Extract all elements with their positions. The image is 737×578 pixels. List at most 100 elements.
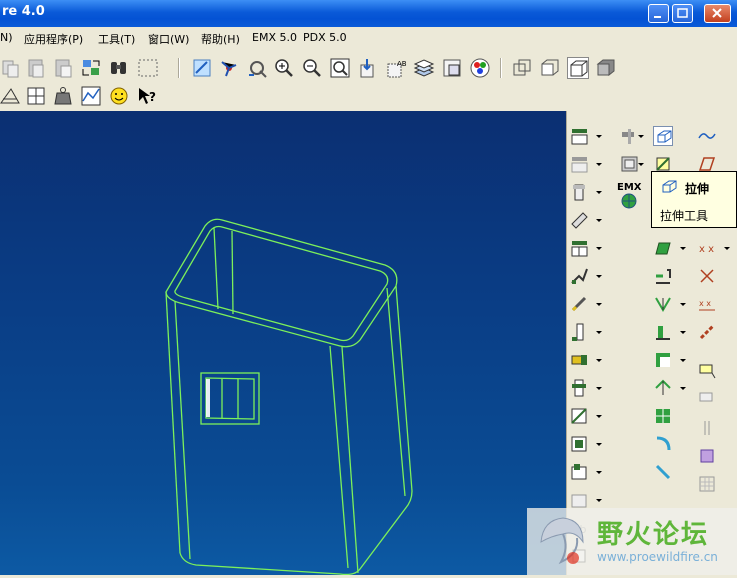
weight-icon[interactable] (52, 85, 74, 107)
extrude-icon[interactable] (653, 126, 673, 146)
dropdown-icon[interactable] (680, 303, 686, 306)
pattern-icon[interactable] (569, 350, 589, 370)
datum-point-icon[interactable]: x x (697, 238, 717, 258)
menu-item-help[interactable]: 帮助(H) (201, 31, 240, 47)
dropdown-icon[interactable] (596, 247, 602, 250)
minimize-icon (654, 16, 661, 18)
graphics-viewport[interactable] (0, 111, 566, 576)
zoom-in-icon[interactable] (273, 57, 295, 79)
shell-icon[interactable] (569, 210, 589, 230)
minimize-button[interactable] (648, 4, 669, 23)
rib-tool-icon[interactable] (653, 294, 673, 314)
paste-icon[interactable] (25, 57, 47, 79)
rib-icon[interactable] (569, 238, 589, 258)
draft-icon[interactable] (569, 266, 589, 286)
menu-item-pdx[interactable]: PDX 5.0 (303, 31, 347, 44)
dropdown-icon[interactable] (596, 163, 602, 166)
analysis-icon[interactable] (25, 85, 47, 107)
shading-icon[interactable] (595, 57, 617, 79)
dropdown-icon[interactable] (596, 303, 602, 306)
dropdown-icon[interactable] (596, 191, 602, 194)
dropdown-icon[interactable] (596, 331, 602, 334)
trim-icon[interactable] (569, 434, 589, 454)
layers-icon[interactable] (413, 57, 435, 79)
dropdown-icon[interactable] (680, 387, 686, 390)
dropdown-icon[interactable] (680, 331, 686, 334)
datum-offset-icon[interactable]: x x (697, 294, 717, 314)
draft-tool-icon[interactable] (653, 322, 673, 342)
appearance-icon[interactable] (469, 57, 491, 79)
menu-item-applications[interactable]: 应用程序(P) (24, 31, 83, 47)
wireframe-icon[interactable] (511, 57, 533, 79)
dropdown-icon[interactable] (596, 499, 602, 502)
shell-tool-icon[interactable] (653, 350, 673, 370)
chamfer-icon[interactable] (569, 322, 589, 342)
maximize-button[interactable] (672, 4, 693, 23)
offset-icon[interactable] (569, 490, 589, 510)
menu-item-edit[interactable]: N) (0, 31, 13, 44)
chamfer-tool-icon[interactable] (653, 462, 673, 482)
hidden-line-icon[interactable] (539, 57, 561, 79)
extend-icon[interactable] (569, 462, 589, 482)
svg-text:?: ? (149, 90, 156, 104)
hole-tool-icon[interactable] (653, 378, 673, 398)
repaint-icon[interactable] (191, 57, 213, 79)
dropdown-icon[interactable] (596, 135, 602, 138)
smiley-icon[interactable] (108, 85, 130, 107)
dropdown-icon[interactable] (596, 387, 602, 390)
refit-icon[interactable] (329, 57, 351, 79)
dropdown-icon[interactable] (680, 247, 686, 250)
measure-icon[interactable] (0, 85, 22, 107)
grid-icon[interactable] (697, 474, 717, 494)
menu-item-window[interactable]: 窗口(W) (148, 31, 189, 47)
paste-special-icon[interactable] (52, 57, 74, 79)
mirror-icon[interactable] (569, 378, 589, 398)
view-manager-icon[interactable] (441, 57, 463, 79)
watermark: 野火论坛 www.proewildfire.cn (527, 508, 737, 575)
graph-icon[interactable] (80, 85, 102, 107)
dropdown-icon[interactable] (596, 415, 602, 418)
split-icon[interactable] (697, 418, 717, 438)
close-button[interactable] (704, 4, 731, 23)
dropdown-icon[interactable] (638, 163, 644, 166)
dropdown-icon[interactable] (596, 359, 602, 362)
volume-icon[interactable] (697, 446, 717, 466)
named-view-icon[interactable]: AB (385, 57, 407, 79)
orient-icon[interactable] (246, 57, 268, 79)
annotation-disabled-icon[interactable] (697, 390, 717, 410)
hole-icon[interactable] (569, 182, 589, 202)
zoom-out-icon[interactable] (301, 57, 323, 79)
csys-icon[interactable] (619, 154, 639, 174)
spin-center-icon[interactable] (218, 57, 240, 79)
find-icon[interactable] (108, 57, 130, 79)
hammer-icon[interactable] (619, 126, 639, 146)
dropdown-icon[interactable] (724, 247, 730, 250)
annotation-icon[interactable] (697, 362, 717, 382)
emx-globe-icon[interactable] (619, 191, 639, 211)
datum-plane-icon[interactable] (569, 126, 589, 146)
blend-icon[interactable] (653, 266, 673, 286)
dropdown-icon[interactable] (596, 471, 602, 474)
dropdown-icon[interactable] (596, 219, 602, 222)
datum-axis-icon[interactable] (569, 154, 589, 174)
no-hidden-icon[interactable] (567, 57, 589, 79)
round-icon[interactable] (569, 294, 589, 314)
sweep-icon[interactable] (653, 238, 673, 258)
dropdown-icon[interactable] (596, 443, 602, 446)
regenerate-icon[interactable] (80, 57, 102, 79)
datum-csys-icon[interactable] (697, 266, 717, 286)
datum-chain-icon[interactable] (697, 322, 717, 342)
dropdown-icon[interactable] (638, 135, 644, 138)
merge-icon[interactable] (569, 406, 589, 426)
reorient-icon[interactable] (357, 57, 379, 79)
whats-this-icon[interactable]: ? (136, 85, 158, 107)
dropdown-icon[interactable] (596, 275, 602, 278)
pattern-tool-icon[interactable] (653, 406, 673, 426)
dropdown-icon[interactable] (680, 359, 686, 362)
menu-item-emx[interactable]: EMX 5.0 (252, 31, 297, 44)
round-tool-icon[interactable] (653, 434, 673, 454)
sketched-curve-icon[interactable] (697, 126, 717, 146)
menu-item-tools[interactable]: 工具(T) (98, 31, 135, 47)
copy-icon[interactable] (0, 57, 22, 79)
select-box-icon[interactable] (136, 57, 162, 79)
